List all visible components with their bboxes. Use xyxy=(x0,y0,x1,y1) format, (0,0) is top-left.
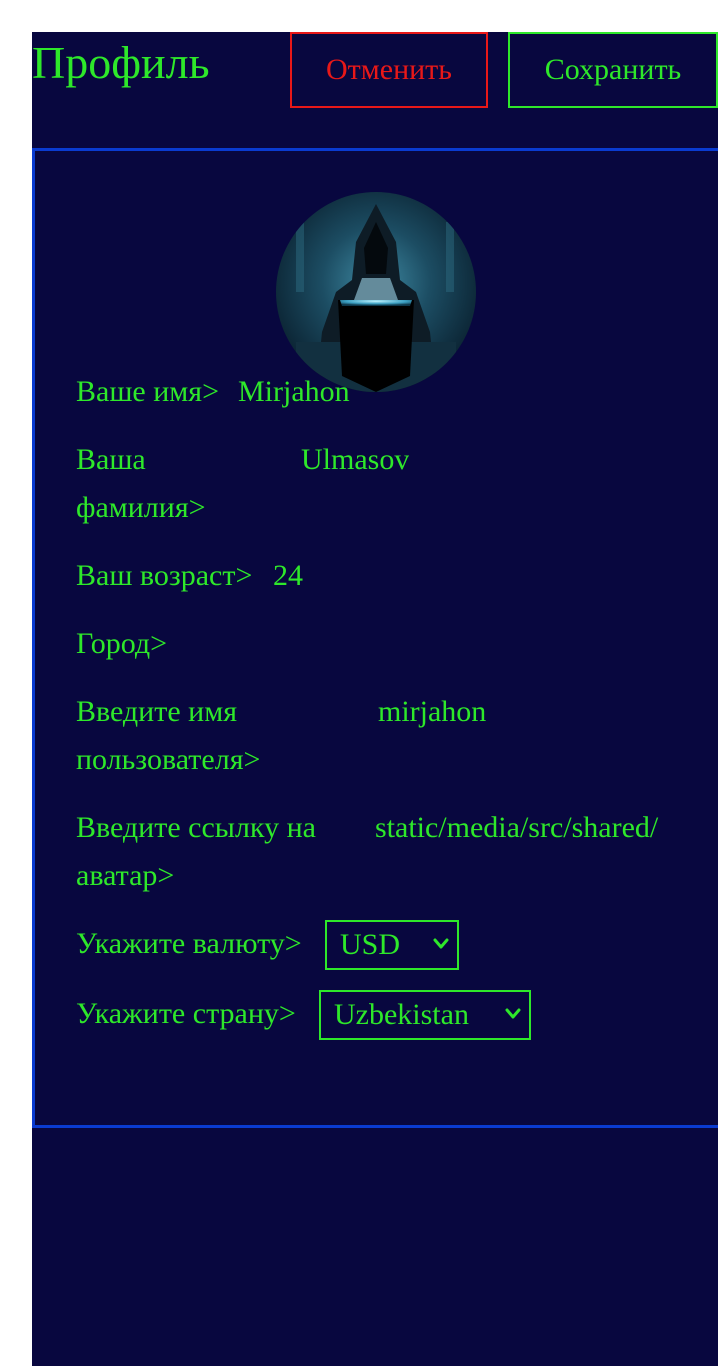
cancel-button[interactable]: Отменить xyxy=(290,32,488,108)
avatar-link-label-line1: Введите ссылку на xyxy=(76,811,316,844)
avatar-link-label-line2: аватар> xyxy=(76,859,175,892)
page-title: Профиль xyxy=(32,37,210,88)
country-selected-value: Uzbekistan xyxy=(334,998,469,1031)
last-name-label-line2: фамилия> xyxy=(76,491,206,524)
age-input[interactable]: 24 xyxy=(273,552,303,600)
profile-card: Ваше имя> Mirjahon Ваша фамилия> Ulmasov… xyxy=(32,148,718,1128)
country-field: Укажите страну> Uzbekistan xyxy=(76,990,676,1040)
last-name-field: Ваша фамилия> Ulmasov xyxy=(76,436,676,532)
hacker-avatar-image xyxy=(276,192,476,392)
age-field: Ваш возраст> 24 xyxy=(76,552,676,600)
avatar-link-label: Введите ссылку на аватар> xyxy=(76,804,316,900)
avatar xyxy=(276,192,476,392)
currency-selected-value: USD xyxy=(340,928,401,961)
first-name-label: Ваше имя> xyxy=(76,375,219,408)
last-name-label: Ваша фамилия> xyxy=(76,436,206,532)
country-select[interactable]: Uzbekistan xyxy=(319,990,531,1040)
username-label-line1: Введите имя xyxy=(76,695,238,728)
chevron-down-icon xyxy=(505,1008,521,1019)
country-label: Укажите страну> xyxy=(76,997,296,1030)
last-name-label-line1: Ваша xyxy=(76,443,146,476)
profile-page: Профиль Отменить Сохранить Ваше имя> Mir… xyxy=(32,32,718,1366)
last-name-input[interactable]: Ulmasov xyxy=(301,436,409,484)
username-label: Введите имя пользователя> xyxy=(76,688,260,784)
age-label: Ваш возраст> xyxy=(76,559,253,592)
username-label-line2: пользователя> xyxy=(76,743,261,776)
username-field: Введите имя пользователя> mirjahon xyxy=(76,688,676,784)
currency-label: Укажите валюту> xyxy=(76,927,302,960)
avatar-link-input[interactable]: static/media/src/shared/ xyxy=(375,804,674,852)
first-name-input[interactable]: Mirjahon xyxy=(238,368,350,416)
city-label: Город> xyxy=(76,627,168,660)
currency-field: Укажите валюту> USD xyxy=(76,920,676,970)
city-input[interactable] xyxy=(186,620,486,668)
avatar-link-field: Введите ссылку на аватар> static/media/s… xyxy=(76,804,676,900)
chevron-down-icon xyxy=(433,938,449,949)
save-button[interactable]: Сохранить xyxy=(508,32,718,108)
username-input[interactable]: mirjahon xyxy=(378,688,486,736)
currency-select[interactable]: USD xyxy=(325,920,459,970)
city-field: Город> xyxy=(76,620,676,668)
first-name-field: Ваше имя> Mirjahon xyxy=(76,368,676,416)
